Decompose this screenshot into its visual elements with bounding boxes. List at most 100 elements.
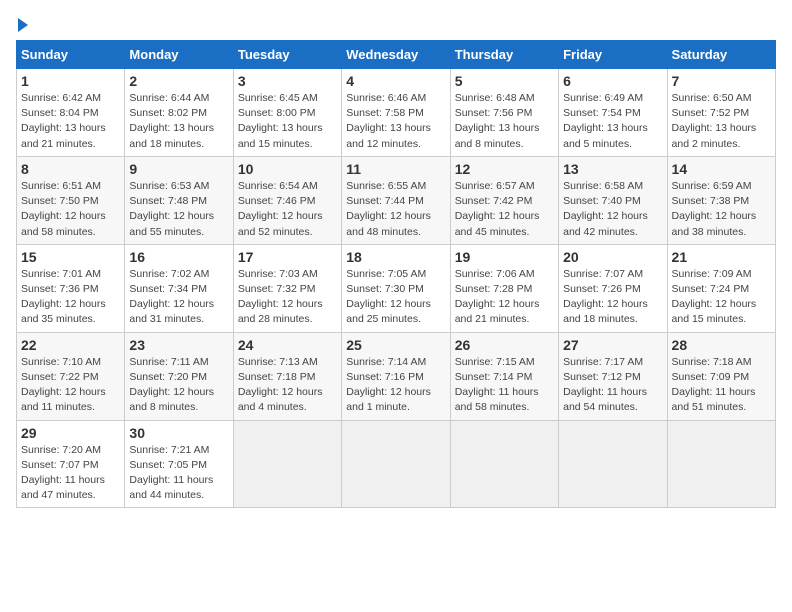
week-row-3: 15 Sunrise: 7:01 AM Sunset: 7:36 PM Dayli…: [17, 244, 776, 332]
page-header: [16, 16, 776, 32]
column-header-friday: Friday: [559, 41, 667, 69]
day-detail: Sunrise: 7:11 AM Sunset: 7:20 PM Dayligh…: [129, 355, 228, 416]
calendar-body: 1 Sunrise: 6:42 AM Sunset: 8:04 PM Daylig…: [17, 69, 776, 508]
column-header-monday: Monday: [125, 41, 233, 69]
day-cell: 18Sunrise: 7:05 AM Sunset: 7:30 PM Dayli…: [342, 244, 450, 332]
day-detail: Sunrise: 6:57 AM Sunset: 7:42 PM Dayligh…: [455, 179, 554, 240]
day-cell: 13 Sunrise: 6:58 AM Sunset: 7:40 PM Dayli…: [559, 156, 667, 244]
day-cell: 23Sunrise: 7:11 AM Sunset: 7:20 PM Dayli…: [125, 332, 233, 420]
day-number: 20: [563, 249, 662, 265]
column-header-tuesday: Tuesday: [233, 41, 341, 69]
day-cell: 6Sunrise: 6:49 AM Sunset: 7:54 PM Daylig…: [559, 69, 667, 157]
day-cell: 26 Sunrise: 7:15 AM Sunset: 7:14 PM Dayli…: [450, 332, 558, 420]
day-cell: 30Sunrise: 7:21 AM Sunset: 7:05 PM Dayli…: [125, 420, 233, 508]
day-cell: [342, 420, 450, 508]
day-detail: Sunrise: 6:58 AM Sunset: 7:40 PM Dayligh…: [563, 179, 662, 240]
day-cell: 21 Sunrise: 7:09 AM Sunset: 7:24 PM Dayli…: [667, 244, 775, 332]
day-number: 25: [346, 337, 445, 353]
column-header-sunday: Sunday: [17, 41, 125, 69]
day-cell: 27Sunrise: 7:17 AM Sunset: 7:12 PM Dayli…: [559, 332, 667, 420]
day-number: 7: [672, 73, 771, 89]
day-number: 27: [563, 337, 662, 353]
day-cell: 25 Sunrise: 7:14 AM Sunset: 7:16 PM Dayli…: [342, 332, 450, 420]
day-detail: Sunrise: 6:59 AM Sunset: 7:38 PM Dayligh…: [672, 179, 771, 240]
day-number: 14: [672, 161, 771, 177]
day-cell: 24 Sunrise: 7:13 AM Sunset: 7:18 PM Dayli…: [233, 332, 341, 420]
day-cell: 10 Sunrise: 6:54 AM Sunset: 7:46 PM Dayli…: [233, 156, 341, 244]
week-row-5: 29 Sunrise: 7:20 AM Sunset: 7:07 PM Dayli…: [17, 420, 776, 508]
day-cell: 22 Sunrise: 7:10 AM Sunset: 7:22 PM Dayli…: [17, 332, 125, 420]
day-number: 22: [21, 337, 120, 353]
day-number: 17: [238, 249, 337, 265]
day-detail: Sunrise: 6:51 AM Sunset: 7:50 PM Dayligh…: [21, 179, 120, 240]
day-detail: Sunrise: 6:53 AM Sunset: 7:48 PM Dayligh…: [129, 179, 228, 240]
day-cell: 19 Sunrise: 7:06 AM Sunset: 7:28 PM Dayli…: [450, 244, 558, 332]
day-detail: Sunrise: 6:44 AM Sunset: 8:02 PM Dayligh…: [129, 91, 228, 152]
column-header-wednesday: Wednesday: [342, 41, 450, 69]
day-cell: [667, 420, 775, 508]
day-number: 13: [563, 161, 662, 177]
day-number: 15: [21, 249, 120, 265]
day-detail: Sunrise: 6:45 AM Sunset: 8:00 PM Dayligh…: [238, 91, 337, 152]
day-cell: 1 Sunrise: 6:42 AM Sunset: 8:04 PM Daylig…: [17, 69, 125, 157]
day-cell: 16Sunrise: 7:02 AM Sunset: 7:34 PM Dayli…: [125, 244, 233, 332]
logo-arrow-icon: [18, 18, 28, 32]
day-cell: [450, 420, 558, 508]
day-cell: [233, 420, 341, 508]
day-detail: Sunrise: 7:15 AM Sunset: 7:14 PM Dayligh…: [455, 355, 554, 416]
day-cell: 2 Sunrise: 6:44 AM Sunset: 8:02 PM Daylig…: [125, 69, 233, 157]
day-number: 4: [346, 73, 445, 89]
day-detail: Sunrise: 7:21 AM Sunset: 7:05 PM Dayligh…: [129, 443, 228, 504]
day-detail: Sunrise: 7:01 AM Sunset: 7:36 PM Dayligh…: [21, 267, 120, 328]
day-detail: Sunrise: 7:13 AM Sunset: 7:18 PM Dayligh…: [238, 355, 337, 416]
day-cell: 5 Sunrise: 6:48 AM Sunset: 7:56 PM Daylig…: [450, 69, 558, 157]
day-number: 2: [129, 73, 228, 89]
day-cell: 3 Sunrise: 6:45 AM Sunset: 8:00 PM Daylig…: [233, 69, 341, 157]
day-number: 3: [238, 73, 337, 89]
day-number: 1: [21, 73, 120, 89]
calendar-header: SundayMondayTuesdayWednesdayThursdayFrid…: [17, 41, 776, 69]
day-detail: Sunrise: 6:42 AM Sunset: 8:04 PM Dayligh…: [21, 91, 120, 152]
day-detail: Sunrise: 7:14 AM Sunset: 7:16 PM Dayligh…: [346, 355, 445, 416]
day-cell: 17 Sunrise: 7:03 AM Sunset: 7:32 PM Dayli…: [233, 244, 341, 332]
day-detail: Sunrise: 7:06 AM Sunset: 7:28 PM Dayligh…: [455, 267, 554, 328]
day-detail: Sunrise: 6:54 AM Sunset: 7:46 PM Dayligh…: [238, 179, 337, 240]
day-cell: 29 Sunrise: 7:20 AM Sunset: 7:07 PM Dayli…: [17, 420, 125, 508]
calendar-table: SundayMondayTuesdayWednesdayThursdayFrid…: [16, 40, 776, 508]
day-detail: Sunrise: 6:49 AM Sunset: 7:54 PM Dayligh…: [563, 91, 662, 152]
day-cell: 7 Sunrise: 6:50 AM Sunset: 7:52 PM Daylig…: [667, 69, 775, 157]
day-cell: 14 Sunrise: 6:59 AM Sunset: 7:38 PM Dayli…: [667, 156, 775, 244]
day-cell: 8 Sunrise: 6:51 AM Sunset: 7:50 PM Daylig…: [17, 156, 125, 244]
day-detail: Sunrise: 6:46 AM Sunset: 7:58 PM Dayligh…: [346, 91, 445, 152]
day-detail: Sunrise: 7:07 AM Sunset: 7:26 PM Dayligh…: [563, 267, 662, 328]
day-detail: Sunrise: 7:09 AM Sunset: 7:24 PM Dayligh…: [672, 267, 771, 328]
day-detail: Sunrise: 7:10 AM Sunset: 7:22 PM Dayligh…: [21, 355, 120, 416]
day-detail: Sunrise: 7:05 AM Sunset: 7:30 PM Dayligh…: [346, 267, 445, 328]
day-number: 5: [455, 73, 554, 89]
day-detail: Sunrise: 7:03 AM Sunset: 7:32 PM Dayligh…: [238, 267, 337, 328]
day-cell: 20 Sunrise: 7:07 AM Sunset: 7:26 PM Dayli…: [559, 244, 667, 332]
day-number: 21: [672, 249, 771, 265]
day-detail: Sunrise: 6:50 AM Sunset: 7:52 PM Dayligh…: [672, 91, 771, 152]
header-row: SundayMondayTuesdayWednesdayThursdayFrid…: [17, 41, 776, 69]
column-header-saturday: Saturday: [667, 41, 775, 69]
day-number: 24: [238, 337, 337, 353]
day-number: 26: [455, 337, 554, 353]
day-number: 28: [672, 337, 771, 353]
day-detail: Sunrise: 7:18 AM Sunset: 7:09 PM Dayligh…: [672, 355, 771, 416]
day-detail: Sunrise: 6:48 AM Sunset: 7:56 PM Dayligh…: [455, 91, 554, 152]
day-cell: 4 Sunrise: 6:46 AM Sunset: 7:58 PM Daylig…: [342, 69, 450, 157]
day-number: 10: [238, 161, 337, 177]
day-detail: Sunrise: 7:02 AM Sunset: 7:34 PM Dayligh…: [129, 267, 228, 328]
day-cell: 12 Sunrise: 6:57 AM Sunset: 7:42 PM Dayli…: [450, 156, 558, 244]
day-cell: 28 Sunrise: 7:18 AM Sunset: 7:09 PM Dayli…: [667, 332, 775, 420]
week-row-1: 1 Sunrise: 6:42 AM Sunset: 8:04 PM Daylig…: [17, 69, 776, 157]
day-cell: 11Sunrise: 6:55 AM Sunset: 7:44 PM Dayli…: [342, 156, 450, 244]
day-number: 19: [455, 249, 554, 265]
day-detail: Sunrise: 7:20 AM Sunset: 7:07 PM Dayligh…: [21, 443, 120, 504]
day-number: 12: [455, 161, 554, 177]
column-header-thursday: Thursday: [450, 41, 558, 69]
day-number: 8: [21, 161, 120, 177]
day-number: 29: [21, 425, 120, 441]
day-detail: Sunrise: 6:55 AM Sunset: 7:44 PM Dayligh…: [346, 179, 445, 240]
